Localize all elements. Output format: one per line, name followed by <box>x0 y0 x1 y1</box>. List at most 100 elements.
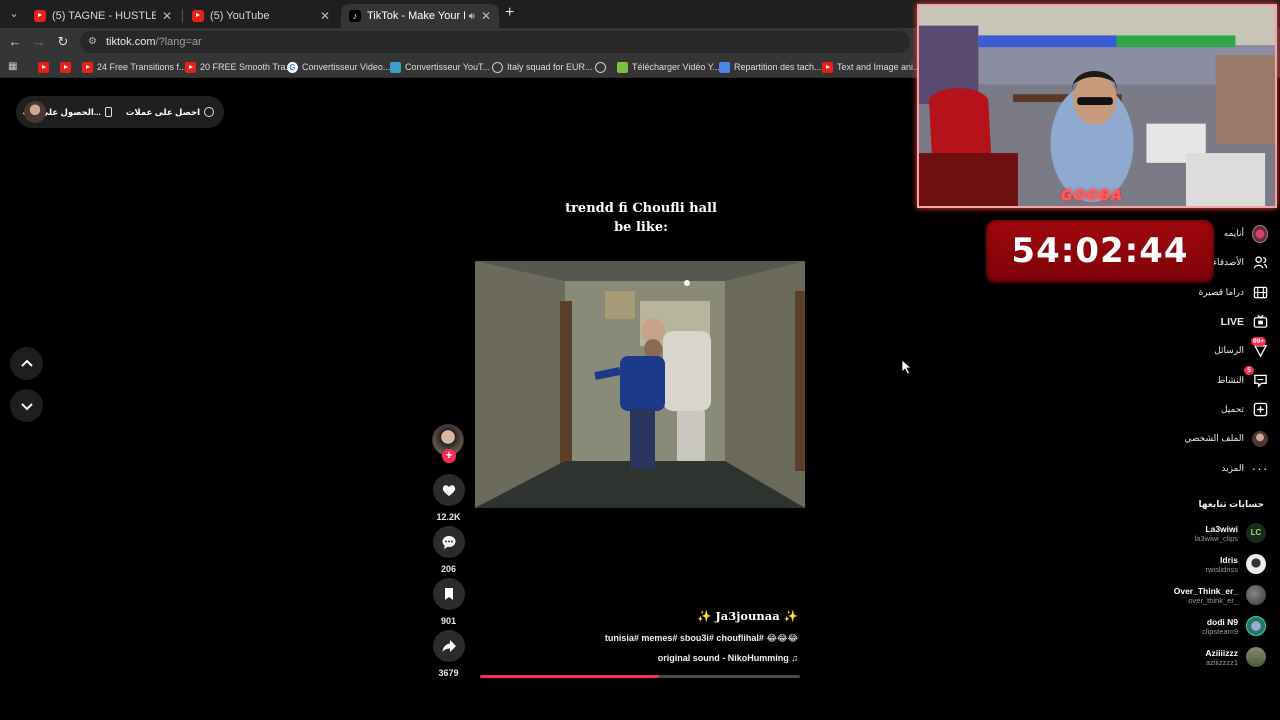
account-avatar[interactable] <box>24 101 46 123</box>
google-icon: G <box>287 61 298 73</box>
video-progress-bar[interactable] <box>480 675 800 678</box>
reload-button[interactable]: ↻ <box>54 34 72 50</box>
account-name: Aziiiizzz <box>1205 647 1238 658</box>
nav-item-profile[interactable]: الملف الشخصي <box>1150 424 1268 453</box>
close-icon[interactable]: ✕ <box>320 9 330 23</box>
following-account[interactable]: Over_Think_er_ over_think_er_ <box>1110 581 1266 609</box>
tiktok-icon: ♪ <box>349 10 361 22</box>
nav-label: تحميل <box>1220 403 1244 414</box>
close-icon[interactable]: ✕ <box>162 9 172 23</box>
share-count: 3679 <box>438 668 459 678</box>
youtube-icon <box>82 61 93 73</box>
close-icon[interactable]: ✕ <box>481 9 491 23</box>
nav-item-more[interactable]: المزيد ··· <box>1150 453 1268 482</box>
youtube-icon <box>185 61 196 73</box>
account-name: dodi N9 <box>1206 616 1238 627</box>
nav-label: الأصدقاء <box>1212 257 1244 268</box>
forward-button[interactable]: → <box>30 34 48 50</box>
video-caption: trendd fi Choufli hall be like: <box>520 199 762 237</box>
film-icon <box>1253 286 1267 299</box>
site-info-icon[interactable]: ⚙ <box>88 36 100 48</box>
nav-label: دراما قصيرة <box>1198 286 1244 297</box>
video-progress-fill <box>480 675 660 678</box>
address-bar[interactable]: ⚙ tiktok.com/?lang=ar <box>80 31 910 53</box>
apps-grid-icon[interactable]: ▦ <box>8 61 20 73</box>
bookmark-smooth[interactable]: 20 FREE Smooth Tra... <box>185 60 293 74</box>
webcam-overlay: GOOBA <box>917 4 1277 208</box>
timer-text: 54:02:44 <box>1011 231 1189 271</box>
mouse-cursor-icon <box>901 359 913 375</box>
bookmark-repartition[interactable]: Repartition des tach... <box>719 60 822 74</box>
upload-icon <box>1253 402 1267 417</box>
globe-icon <box>492 61 503 73</box>
following-account[interactable]: La3wiwi la3wiwi_clips LC <box>1110 519 1266 547</box>
share-button[interactable]: 3679 <box>432 630 465 678</box>
phone-icon <box>104 107 112 117</box>
stream-timer: 54:02:44 <box>986 220 1214 282</box>
speaker-icon[interactable]: 🔊︎ <box>469 11 475 22</box>
nav-label: الملف الشخصي <box>1184 433 1244 444</box>
youtube-icon <box>822 61 833 73</box>
caption-line-2: be like: <box>614 220 668 235</box>
post-description: tunisia# memes# sbou3i# chouflihal# 😂😂😂 <box>604 633 798 643</box>
account-handle: over_think_er_ <box>1188 595 1238 605</box>
comment-count: 206 <box>440 564 457 574</box>
nav-item-messages[interactable]: الرسائل 99+ <box>1150 336 1268 365</box>
bookmark-label: Repartition des tach... <box>734 62 822 72</box>
video-player[interactable] <box>475 261 805 508</box>
tab-youtube-tagne[interactable]: (5) TAGNE - HUSTLER ft. A.L.A ( ✕ <box>26 4 180 28</box>
nav-item-upload[interactable]: تحميل <box>1150 395 1268 424</box>
nav-item-live[interactable]: LIVE <box>1150 307 1268 336</box>
bookmark-label: Text and Image ani... <box>837 62 921 72</box>
bookmark-transitions[interactable]: 24 Free Transitions f... <box>82 60 187 74</box>
youtube-icon <box>34 10 46 22</box>
following-account[interactable]: Idris rwislidriss <box>1110 550 1266 578</box>
bookmark-telecharger[interactable]: Télécharger Vidéo Y... <box>617 60 720 74</box>
back-button[interactable]: ← <box>6 34 24 50</box>
globe-icon <box>595 61 606 73</box>
avatar-icon <box>1252 224 1268 243</box>
bookmark-label: Convertisseur Video... <box>302 62 391 72</box>
bookmark-count: 901 <box>440 616 457 626</box>
tab-tiktok[interactable]: ♪ TikTok - Make Your Day 🔊︎ ✕ <box>341 4 499 28</box>
get-coins-label: احصل على عملات <box>125 106 200 117</box>
bookmark-label: Convertisseur YouT... <box>405 62 491 72</box>
post-sound[interactable]: original sound - NikoHumming ♫ <box>478 653 798 663</box>
nav-item-activity[interactable]: النشاط 5 <box>1150 365 1268 394</box>
comment-button[interactable]: 206 <box>432 526 465 574</box>
get-coins-button[interactable]: احصل على عملات <box>126 107 214 118</box>
bookmark-globe[interactable] <box>595 60 610 74</box>
post-username[interactable]: ✨ Ja3jounaa ✨ <box>478 609 798 623</box>
bookmark-youtube-1[interactable] <box>38 60 53 74</box>
previous-video-button[interactable] <box>10 347 43 380</box>
like-button[interactable]: 12.2K <box>432 474 465 522</box>
next-video-button[interactable] <box>10 389 43 422</box>
following-account[interactable]: dodi N9 clipsteam9 <box>1110 612 1266 640</box>
following-accounts-title: حسابات تتابعها <box>1198 499 1264 509</box>
bookmark-convertisseur-youtube[interactable]: Convertisseur YouT... <box>390 60 490 74</box>
post-info: ✨ Ja3jounaa ✨ tunisia# memes# sbou3i# ch… <box>478 609 798 663</box>
bookmark-button[interactable]: 901 <box>432 578 465 626</box>
bookmark-text-image[interactable]: Text and Image ani... <box>822 60 921 74</box>
following-account[interactable]: Aziiiizzz aziiizzzz1 <box>1110 643 1266 671</box>
bookmark-youtube-2[interactable] <box>60 60 75 74</box>
account-avatar <box>1246 585 1266 605</box>
caption-line-1: trendd fi Choufli hall <box>565 201 717 216</box>
tab-divider <box>182 9 183 23</box>
new-tab-button[interactable]: + <box>505 5 519 21</box>
share-icon <box>442 640 456 652</box>
url-path: /?lang=ar <box>155 36 202 48</box>
follow-button[interactable]: + <box>442 449 456 463</box>
account-handle: rwislidriss <box>1205 564 1239 574</box>
more-icon: ··· <box>1251 460 1269 477</box>
bookmark-label: Italy squad for EUR... <box>507 62 593 72</box>
tab-search-icon[interactable]: ⌄ <box>6 6 22 22</box>
live-tv-icon <box>1253 314 1267 328</box>
bookmark-italy-squad[interactable]: Italy squad for EUR... <box>492 60 593 74</box>
account-name: Over_Think_er_ <box>1173 585 1238 596</box>
account-avatar <box>1246 647 1266 667</box>
docs-icon <box>719 61 730 73</box>
bookmark-label: 24 Free Transitions f... <box>97 62 187 72</box>
bookmark-convertisseur-video[interactable]: G Convertisseur Video... <box>287 60 390 74</box>
tab-youtube[interactable]: (5) YouTube ✕ <box>184 4 338 28</box>
